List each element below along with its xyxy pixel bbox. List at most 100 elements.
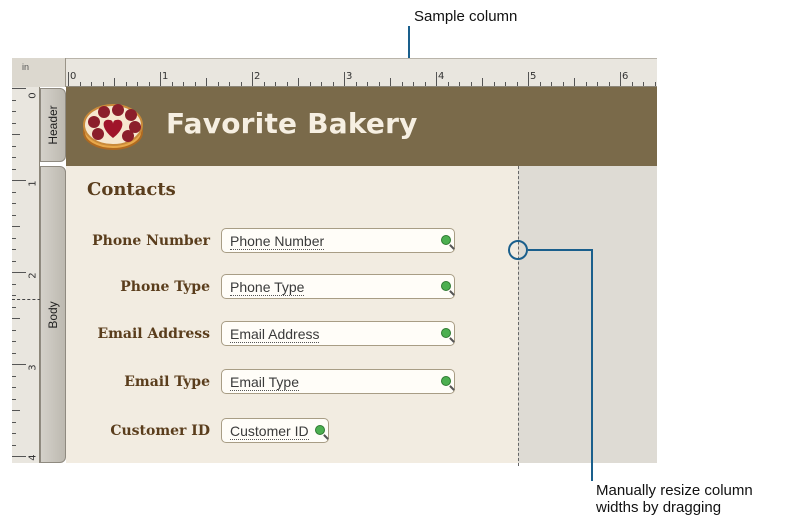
section-tab-body-label: Body — [46, 300, 60, 329]
ruler-tick — [505, 82, 506, 86]
ruler-tick — [206, 78, 207, 86]
page-title: Favorite Bakery — [166, 107, 418, 140]
ruler-tick — [12, 111, 16, 112]
ruler-tick — [12, 283, 16, 285]
ruler-h-4: 4 — [438, 71, 445, 82]
ruler-tick — [516, 82, 518, 86]
ruler-tick — [183, 82, 184, 86]
ruler-tick — [470, 82, 472, 86]
ruler-tick — [493, 82, 495, 86]
customer-id-field[interactable]: Customer ID — [221, 418, 329, 443]
ruler-tick — [91, 82, 92, 86]
ruler-tick — [367, 82, 368, 86]
ruler-tick — [574, 78, 575, 86]
ruler-tick — [401, 82, 403, 86]
section-tab-header[interactable]: Header — [40, 88, 66, 162]
ruler-tick — [12, 122, 16, 124]
ruler-tick — [79, 82, 81, 86]
ruler-v-1: 1 — [27, 180, 39, 187]
ruler-tick — [286, 82, 288, 86]
customer-id-label: Customer ID — [110, 423, 210, 439]
email-address-field[interactable]: Email Address — [221, 321, 455, 346]
phone-type-field[interactable]: Phone Type — [221, 274, 455, 299]
ruler-tick — [12, 352, 16, 354]
ruler-v-4: 4 — [27, 454, 39, 461]
ruler-h-1: 1 — [162, 71, 169, 82]
ruler-tick — [68, 72, 69, 86]
section-tab-header-label: Header — [46, 105, 60, 145]
ruler-tick — [12, 145, 16, 147]
section-tab-body[interactable]: Body — [40, 166, 66, 463]
ruler-tick — [12, 398, 16, 400]
resize-callout-line-v — [591, 249, 593, 481]
ruler-tick — [12, 203, 16, 204]
ruler-tick — [275, 82, 276, 86]
ruler-tick — [298, 78, 299, 86]
ruler-tick — [12, 134, 20, 135]
ruler-h-3: 3 — [346, 71, 353, 82]
ruler-tick — [12, 433, 16, 434]
ruler-tick — [160, 72, 161, 86]
ruler-tick — [171, 82, 173, 86]
ruler-tick — [12, 318, 20, 319]
email-address-value: Email Address — [230, 326, 320, 343]
zoom-icon[interactable] — [441, 235, 451, 245]
ruler-tick — [309, 82, 311, 86]
ruler-v-3: 3 — [27, 364, 39, 371]
zoom-icon[interactable] — [441, 376, 451, 386]
ruler-tick — [102, 82, 104, 86]
column-boundary-line[interactable] — [518, 166, 519, 466]
ruler-unit: in — [22, 62, 30, 72]
resize-callout-line1: Manually resize column — [596, 482, 753, 499]
ruler-tick — [12, 157, 16, 158]
ruler-tick — [447, 82, 449, 86]
ruler-tick — [332, 82, 334, 86]
email-address-label: Email Address — [97, 326, 210, 342]
resize-handle[interactable] — [508, 240, 528, 260]
customer-id-value: Customer ID — [230, 423, 309, 440]
ruler-tick — [12, 456, 26, 457]
ruler-tick — [12, 364, 26, 365]
ruler-tick — [551, 82, 552, 86]
ruler-tick — [12, 272, 26, 273]
ruler-tick — [12, 306, 16, 308]
phone-number-field[interactable]: Phone Number — [221, 228, 455, 253]
ruler-tick — [390, 78, 391, 86]
ruler-tick — [424, 82, 426, 86]
resize-callout-line-h — [528, 249, 592, 251]
ruler-tick — [12, 249, 16, 250]
ruler-tick — [12, 341, 16, 342]
ruler-tick — [482, 78, 483, 86]
pie-icon — [80, 98, 146, 154]
ruler-tick — [12, 88, 26, 89]
ruler-tick — [631, 82, 633, 86]
ruler-v-2: 2 — [27, 272, 39, 279]
ruler-v-0: 0 — [27, 92, 39, 99]
ruler-tick — [12, 237, 16, 239]
email-type-field[interactable]: Email Type — [221, 369, 455, 394]
zoom-icon[interactable] — [315, 425, 325, 435]
ruler-tick — [539, 82, 541, 86]
ruler-tick — [643, 82, 644, 86]
zoom-icon[interactable] — [441, 281, 451, 291]
ruler-tick — [355, 82, 357, 86]
ruler-tick — [137, 82, 138, 86]
ruler-h-5: 5 — [530, 71, 537, 82]
ruler-tick — [263, 82, 265, 86]
ruler-tick — [12, 214, 16, 216]
ruler-tick — [12, 168, 16, 170]
ruler-h-2: 2 — [254, 71, 261, 82]
ruler-tick — [12, 421, 16, 423]
zoom-icon[interactable] — [441, 328, 451, 338]
sample-column-callout: Sample column — [414, 8, 518, 25]
ruler-tick — [12, 295, 16, 296]
ruler-tick — [12, 191, 16, 193]
ruler-tick — [321, 82, 322, 86]
ruler-tick — [217, 82, 219, 86]
email-type-label: Email Type — [124, 374, 210, 390]
ruler-tick — [12, 180, 26, 181]
ruler-tick — [12, 444, 16, 446]
ruler-tick — [12, 387, 16, 388]
ruler-tick — [12, 410, 20, 411]
ruler-tick — [413, 82, 414, 86]
